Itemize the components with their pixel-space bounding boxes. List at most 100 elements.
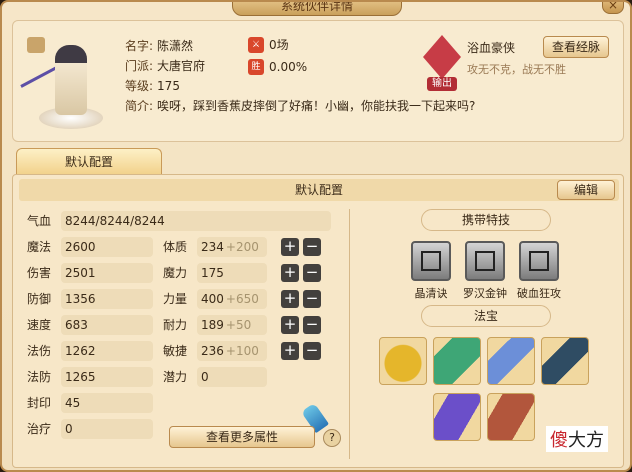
attr-label: 体质 xyxy=(163,240,188,254)
dark-blade-icon[interactable] xyxy=(541,337,589,385)
stat-value: 0 xyxy=(61,419,153,439)
stat-label: 治疗 xyxy=(27,422,52,436)
stat-label: 速度 xyxy=(27,318,52,332)
partner-detail-window: 系统伙伴详情 × 名字: 陈潇然 门派: 大唐官府 等级: 175 简介: 唉呀，踩到香… xyxy=(0,0,632,472)
attr-value-box: 236 +100 xyxy=(197,341,267,361)
stat-label: 魔法 xyxy=(27,240,52,254)
school-value: 大唐官府 xyxy=(157,59,206,73)
watermark-prefix: 傻 xyxy=(550,430,568,451)
minus-button[interactable]: − xyxy=(303,238,321,256)
attr-value: 234 xyxy=(201,240,224,254)
school-row: 门派: 大唐官府 xyxy=(125,57,205,75)
intro-value: 唉呀，踩到香蕉皮摔倒了好痛！小幽，你能扶我一下起来吗? xyxy=(157,99,476,113)
jade-fan-icon[interactable] xyxy=(433,337,481,385)
battle-count: 0场 xyxy=(269,38,289,52)
stat-label: 法伤 xyxy=(27,344,52,358)
config-panel: 默认配置 编辑 气血 8244/8244/8244 魔法 2600 伤害 250… xyxy=(12,174,624,468)
close-button[interactable]: × xyxy=(602,2,624,14)
minus-button[interactable]: − xyxy=(303,264,321,282)
special-skill-description: 攻无不克，战无不胜 xyxy=(467,63,566,76)
stat-value: 1356 xyxy=(61,289,153,309)
partner-info-panel: 名字: 陈潇然 门派: 大唐官府 等级: 175 简介: 唉呀，踩到香蕉皮摔倒了好痛！小… xyxy=(12,20,624,142)
column-divider xyxy=(349,209,350,459)
win-rate: 0.00% xyxy=(269,60,308,74)
carried-skills-title: 携带特技 xyxy=(421,209,551,231)
skill-label: 罗汉金钟 xyxy=(463,287,507,300)
sword-emblem-icon xyxy=(423,35,461,79)
config-header: 默认配置 编辑 xyxy=(19,179,619,201)
win-rate-badge: 胜 xyxy=(248,59,264,75)
attr-label: 潜力 xyxy=(163,370,188,384)
plus-button[interactable]: + xyxy=(281,238,299,256)
attr-value-box: 400 +650 xyxy=(197,289,267,309)
name-label: 名字: xyxy=(125,39,154,53)
skill-label: 破血狂攻 xyxy=(517,287,561,300)
wing-icon[interactable] xyxy=(487,337,535,385)
minus-button[interactable]: − xyxy=(303,316,321,334)
stat-label: 封印 xyxy=(27,396,52,410)
hp-row: 气血 8244/8244/8244 xyxy=(27,211,347,231)
crystal-skill-icon[interactable] xyxy=(411,241,451,281)
special-skill-name: 浴血豪侠 xyxy=(467,41,516,55)
watermark-suffix: 大方 xyxy=(568,430,604,451)
tab-default-config[interactable]: 默认配置 xyxy=(16,148,162,174)
stat-label: 防御 xyxy=(27,292,52,306)
violet-staff-icon[interactable] xyxy=(433,393,481,441)
attr-label: 耐力 xyxy=(163,318,188,332)
level-row: 等级: 175 xyxy=(125,77,180,95)
attr-bonus: +200 xyxy=(225,240,259,254)
window-title: 系统伙伴详情 xyxy=(232,2,402,16)
attr-value: 400 xyxy=(201,292,224,306)
stat-label: 伤害 xyxy=(27,266,52,280)
watermark: 傻大方 xyxy=(546,426,608,452)
golden-token-icon[interactable] xyxy=(379,337,427,385)
skill-label: 晶清诀 xyxy=(414,287,448,300)
name-row: 名字: 陈潇然 xyxy=(125,37,193,55)
stat-value: 1262 xyxy=(61,341,153,361)
attr-bonus: +100 xyxy=(225,344,259,358)
bronze-weapon-icon[interactable] xyxy=(487,393,535,441)
attr-value-box: 234 +200 xyxy=(197,237,267,257)
hp-label: 气血 xyxy=(27,214,52,228)
attr-value: 175 xyxy=(201,266,224,280)
attr-bonus: +50 xyxy=(225,318,252,332)
intro-label: 简介: xyxy=(125,99,154,113)
level-label: 等级: xyxy=(125,79,154,93)
view-meridian-button[interactable]: 查看经脉 xyxy=(543,36,609,58)
treasures-title: 法宝 xyxy=(421,305,551,327)
name-value: 陈潇然 xyxy=(157,39,194,53)
attr-label: 魔力 xyxy=(163,266,188,280)
attr-value-box: 189 +50 xyxy=(197,315,267,335)
config-header-title: 默认配置 xyxy=(294,183,343,197)
plus-button[interactable]: + xyxy=(281,290,299,308)
golden-bell-skill-icon[interactable] xyxy=(465,241,505,281)
school-label: 门派: xyxy=(125,59,154,73)
level-value: 175 xyxy=(157,79,180,93)
hp-value: 8244/8244/8244 xyxy=(61,211,331,231)
stat-value: 2501 xyxy=(61,263,153,283)
stat-value: 683 xyxy=(61,315,153,335)
partner-avatar xyxy=(19,27,119,137)
minus-button[interactable]: − xyxy=(303,290,321,308)
attr-value: 0 xyxy=(197,367,267,387)
attr-value: 189 xyxy=(201,318,224,332)
frenzy-skill-icon[interactable] xyxy=(519,241,559,281)
plus-button[interactable]: + xyxy=(281,342,299,360)
plus-button[interactable]: + xyxy=(281,316,299,334)
stat-value: 1265 xyxy=(61,367,153,387)
edit-button[interactable]: 编辑 xyxy=(557,180,615,200)
attr-value: 236 xyxy=(201,344,224,358)
help-icon[interactable]: ? xyxy=(323,429,341,447)
intro-row: 简介: 唉呀，踩到香蕉皮摔倒了好痛！小幽，你能扶我一下起来吗? xyxy=(125,97,475,115)
stat-value: 45 xyxy=(61,393,153,413)
minus-button[interactable]: − xyxy=(303,342,321,360)
view-more-attributes-button[interactable]: 查看更多属性 xyxy=(169,426,315,448)
attr-label: 力量 xyxy=(163,292,188,306)
character-figure xyxy=(55,45,87,115)
stat-value: 2600 xyxy=(61,237,153,257)
battle-count-icon: ⚔ xyxy=(248,37,264,53)
attr-value-box: 175 xyxy=(197,263,267,283)
role-badge: 输出 xyxy=(427,77,457,91)
plus-button[interactable]: + xyxy=(281,264,299,282)
speaker-icon[interactable] xyxy=(27,37,45,53)
